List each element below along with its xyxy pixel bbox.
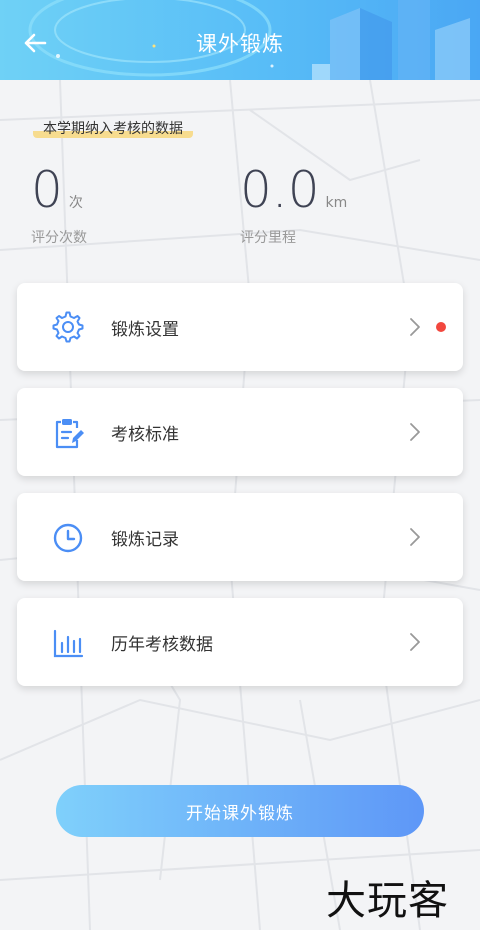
menu-item-exercise-records[interactable]: 锻炼记录 xyxy=(17,493,463,581)
score-distance-stat: 0.0 km 评分里程 xyxy=(240,165,347,247)
menu-item-historical-data[interactable]: 历年考核数据 xyxy=(17,598,463,686)
chevron-right-icon xyxy=(410,423,420,441)
menu-item-label: 锻炼设置 xyxy=(111,320,179,340)
chevron-right-icon xyxy=(410,318,420,336)
stats-section-label: 本学期纳入考核的数据 xyxy=(33,118,193,138)
chevron-right-icon xyxy=(410,633,420,651)
header-bar: 课外锻炼 xyxy=(0,0,480,80)
menu-item-label: 锻炼记录 xyxy=(111,530,179,550)
chevron-right-icon xyxy=(410,528,420,546)
page-title: 课外锻炼 xyxy=(196,32,284,56)
menu-item-exercise-settings[interactable]: 锻炼设置 xyxy=(17,283,463,371)
score-distance-unit: km xyxy=(325,195,348,211)
watermark-text: 大玩客 xyxy=(326,878,449,924)
score-count-unit: 次 xyxy=(68,195,83,211)
notification-dot xyxy=(436,322,446,332)
clipboard-edit-icon xyxy=(55,419,84,449)
score-count-caption: 评分次数 xyxy=(31,230,87,246)
score-count-value: 0 xyxy=(31,161,63,219)
bar-chart-icon xyxy=(53,629,84,658)
menu-item-assessment-standard[interactable]: 考核标准 xyxy=(17,388,463,476)
clock-icon xyxy=(53,523,83,553)
score-count-stat: 0次 评分次数 xyxy=(31,165,87,247)
gear-icon xyxy=(52,311,84,343)
score-distance-value: 0.0 xyxy=(240,161,320,219)
start-exercise-button[interactable]: 开始课外锻炼 xyxy=(56,785,424,837)
menu-item-label: 历年考核数据 xyxy=(111,635,213,655)
score-distance-caption: 评分里程 xyxy=(240,230,296,246)
menu-item-label: 考核标准 xyxy=(111,425,179,445)
